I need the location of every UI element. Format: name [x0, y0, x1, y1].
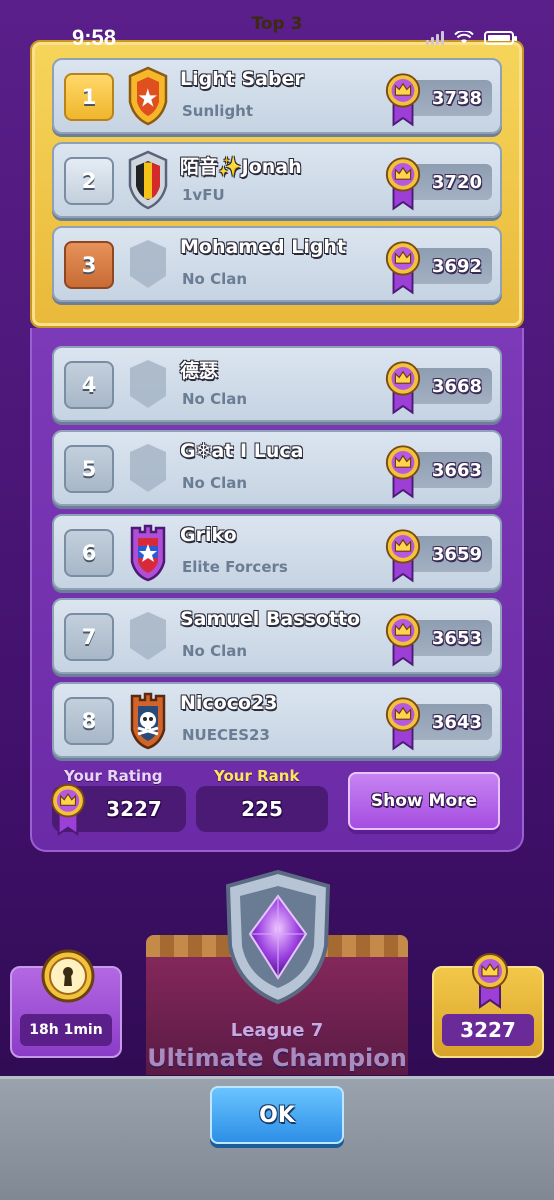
your-rank-label: Your Rank — [214, 767, 300, 785]
trophy-medal-icon — [51, 783, 85, 836]
trophy-medal-icon — [384, 70, 422, 128]
rank-number: 3 — [64, 241, 114, 289]
clan-name: No Clan — [182, 270, 248, 288]
rank-number: 4 — [64, 361, 114, 409]
show-more-button[interactable]: Show More — [348, 772, 500, 830]
leaderboard-row[interactable]: 6 Griko Elite Forcers 3659 — [52, 514, 502, 590]
clan-badge-icon — [124, 150, 172, 210]
season-timer-value: 18h 1min — [20, 1014, 112, 1046]
leaderboard-row[interactable]: 7 Samuel Bassotto No Clan 3653 — [52, 598, 502, 674]
player-name: Griko — [180, 524, 237, 546]
player-name: Samuel Bassotto — [180, 608, 361, 630]
rank-number: 5 — [64, 445, 114, 493]
trophy-medal-icon — [384, 610, 422, 668]
rank-number: 8 — [64, 697, 114, 745]
rank-number: 1 — [64, 73, 114, 121]
leaderboard-row[interactable]: 8 Nicoco23 NUECES23 3643 — [52, 682, 502, 758]
leaderboard-row[interactable]: 1 Light Saber Sunlight 3738 — [52, 58, 502, 134]
ok-button[interactable]: OK — [210, 1086, 344, 1144]
leaderboard-row[interactable]: 2 陌音✨Jonah 1vFU 3720 — [52, 142, 502, 218]
player-name: Light Saber — [180, 68, 304, 90]
trophy-medal-icon — [384, 442, 422, 500]
trophy-medal-icon — [384, 526, 422, 584]
rank-number: 7 — [64, 613, 114, 661]
rank-number: 2 — [64, 157, 114, 205]
your-rank-value: 225 — [196, 786, 328, 832]
clan-badge-icon — [124, 606, 172, 666]
clan-badge-icon — [124, 354, 172, 414]
player-name: 德瑟 — [180, 360, 219, 382]
clan-name: No Clan — [182, 474, 248, 492]
clan-name: 1vFU — [182, 186, 225, 204]
trophy-medal-icon — [384, 238, 422, 296]
trophy-road-value: 3227 — [442, 1014, 534, 1046]
trophy-medal-icon — [384, 358, 422, 416]
page-title: Top 3 — [251, 14, 303, 34]
clan-badge-icon — [124, 234, 172, 294]
clan-name: No Clan — [182, 390, 248, 408]
leaderboard-row[interactable]: 3 Mohamed Light No Clan 3692 — [52, 226, 502, 302]
player-name: 陌音✨Jonah — [180, 156, 302, 178]
season-timer-card[interactable]: 18h 1min — [10, 949, 122, 1058]
clan-badge-icon — [124, 522, 172, 582]
your-rating-number: 3227 — [106, 797, 162, 821]
clan-badge-icon — [124, 438, 172, 498]
leaderboard-row[interactable]: 4 德瑟 No Clan 3668 — [52, 346, 502, 422]
clan-badge-icon — [124, 690, 172, 750]
trophy-road-card[interactable]: 3227 — [432, 953, 544, 1058]
clan-name: Sunlight — [182, 102, 254, 120]
player-name: Nicoco23 — [180, 692, 278, 714]
leaderboard-row[interactable]: 5 G❄at I Luca No Clan 3663 — [52, 430, 502, 506]
clan-name: NUECES23 — [182, 726, 270, 744]
trophy-medal-icon — [384, 694, 422, 752]
trophy-medal-icon — [384, 154, 422, 212]
rank-number: 6 — [64, 529, 114, 577]
clan-name: No Clan — [182, 642, 248, 660]
trophy-medal-icon — [472, 953, 508, 1009]
clan-badge-icon — [124, 66, 172, 126]
timer-icon — [41, 949, 95, 1003]
player-name: Mohamed Light — [180, 236, 347, 258]
your-rank-number: 225 — [241, 797, 283, 821]
league-badge-icon — [225, 869, 331, 1005]
player-name: G❄at I Luca — [180, 440, 304, 462]
clan-name: Elite Forcers — [182, 558, 288, 576]
